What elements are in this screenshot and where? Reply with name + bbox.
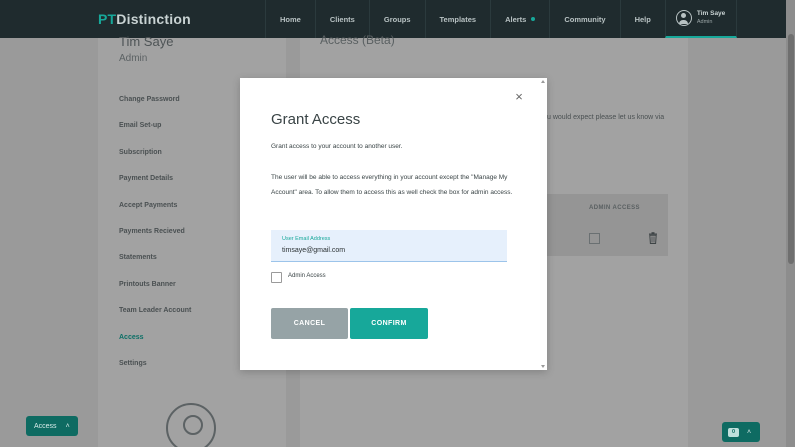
sidebar-item-team-leader-account[interactable]: Team Leader Account bbox=[119, 307, 191, 333]
access-floating-button[interactable]: Access ˄ bbox=[26, 416, 78, 436]
sidebar-item-payments-received[interactable]: Payments Recieved bbox=[119, 228, 191, 254]
trash-icon-svg bbox=[649, 232, 657, 244]
alerts-dot-icon bbox=[531, 17, 536, 21]
email-field[interactable]: User Email Address timsaye@gmail.com bbox=[271, 230, 507, 262]
page-title: Access (Beta) bbox=[320, 33, 395, 47]
access-help-text: u would expect please let us know via bbox=[547, 114, 665, 121]
nav-user-menu[interactable]: Tim Saye Admin bbox=[664, 0, 737, 38]
sidebar-item-statements[interactable]: Statements bbox=[119, 254, 191, 280]
chat-count-badge: 0 bbox=[728, 427, 739, 437]
sidebar-item-printouts-banner[interactable]: Printouts Banner bbox=[119, 281, 191, 307]
email-input[interactable]: timsaye@gmail.com bbox=[282, 247, 345, 254]
table-admin-checkbox[interactable] bbox=[589, 233, 600, 244]
confirm-button[interactable]: CONFIRM bbox=[350, 308, 428, 339]
sidebar-item-change-password[interactable]: Change Password bbox=[119, 96, 191, 122]
grant-access-modal: × Grant Access Grant access to your acco… bbox=[240, 78, 547, 370]
sidebar-item-payment-details[interactable]: Payment Details bbox=[119, 175, 191, 201]
modal-intro-text: Grant access to your account to another … bbox=[271, 143, 403, 150]
sidebar-user-role: Admin bbox=[119, 53, 148, 64]
trash-icon[interactable] bbox=[648, 232, 658, 247]
sidebar-item-subscription[interactable]: Subscription bbox=[119, 149, 191, 175]
chevron-up-icon: ˄ bbox=[65, 422, 70, 430]
sidebar-item-settings[interactable]: Settings bbox=[119, 360, 191, 386]
nav-item-alerts-label: Alerts bbox=[505, 14, 527, 24]
brand-name: Distinction bbox=[116, 11, 191, 27]
chevron-up-icon: ˄ bbox=[747, 428, 752, 436]
close-icon[interactable]: × bbox=[512, 90, 526, 104]
top-navbar: PTDistinction Home Clients Groups Templa… bbox=[0, 0, 795, 38]
sidebar-item-access[interactable]: Access bbox=[119, 334, 191, 360]
page-scrollbar[interactable] bbox=[786, 0, 795, 447]
profile-avatar-icon bbox=[166, 403, 216, 447]
sidebar-item-accept-payments[interactable]: Accept Payments bbox=[119, 202, 191, 228]
nav-item-help[interactable]: Help bbox=[619, 0, 665, 38]
modal-scrollbar[interactable] bbox=[540, 78, 546, 370]
access-floating-label: Access bbox=[34, 422, 57, 430]
cancel-button[interactable]: CANCEL bbox=[271, 308, 348, 339]
sidebar-user-name: Tim Saye bbox=[119, 34, 174, 49]
nav-item-alerts[interactable]: Alerts bbox=[490, 0, 549, 38]
nav-user-text: Tim Saye Admin bbox=[697, 9, 725, 27]
nav-item-home[interactable]: Home bbox=[265, 0, 315, 38]
user-avatar-icon bbox=[675, 10, 692, 26]
email-field-label: User Email Address bbox=[282, 236, 331, 242]
brand-prefix: PT bbox=[98, 11, 117, 27]
nav-user-role: Admin bbox=[696, 19, 713, 25]
page-scrollbar-thumb[interactable] bbox=[788, 34, 794, 264]
admin-access-label[interactable]: Admin Access bbox=[288, 273, 326, 279]
nav-item-templates[interactable]: Templates bbox=[424, 0, 491, 38]
sidebar-item-email-setup[interactable]: Email Set-up bbox=[119, 122, 191, 148]
table-header-admin-access: ADMIN ACCESS bbox=[589, 205, 640, 211]
modal-description-text: The user will be able to access everythi… bbox=[271, 174, 513, 196]
brand-logo[interactable]: PTDistinction bbox=[98, 11, 191, 27]
admin-access-checkbox[interactable] bbox=[271, 272, 282, 283]
account-menu: Change Password Email Set-up Subscriptio… bbox=[119, 96, 191, 386]
nav-item-community[interactable]: Community bbox=[549, 0, 619, 38]
chat-floating-button[interactable]: 0 ˄ bbox=[722, 422, 760, 442]
modal-title: Grant Access bbox=[271, 111, 361, 128]
nav-user-name: Tim Saye bbox=[696, 10, 726, 17]
